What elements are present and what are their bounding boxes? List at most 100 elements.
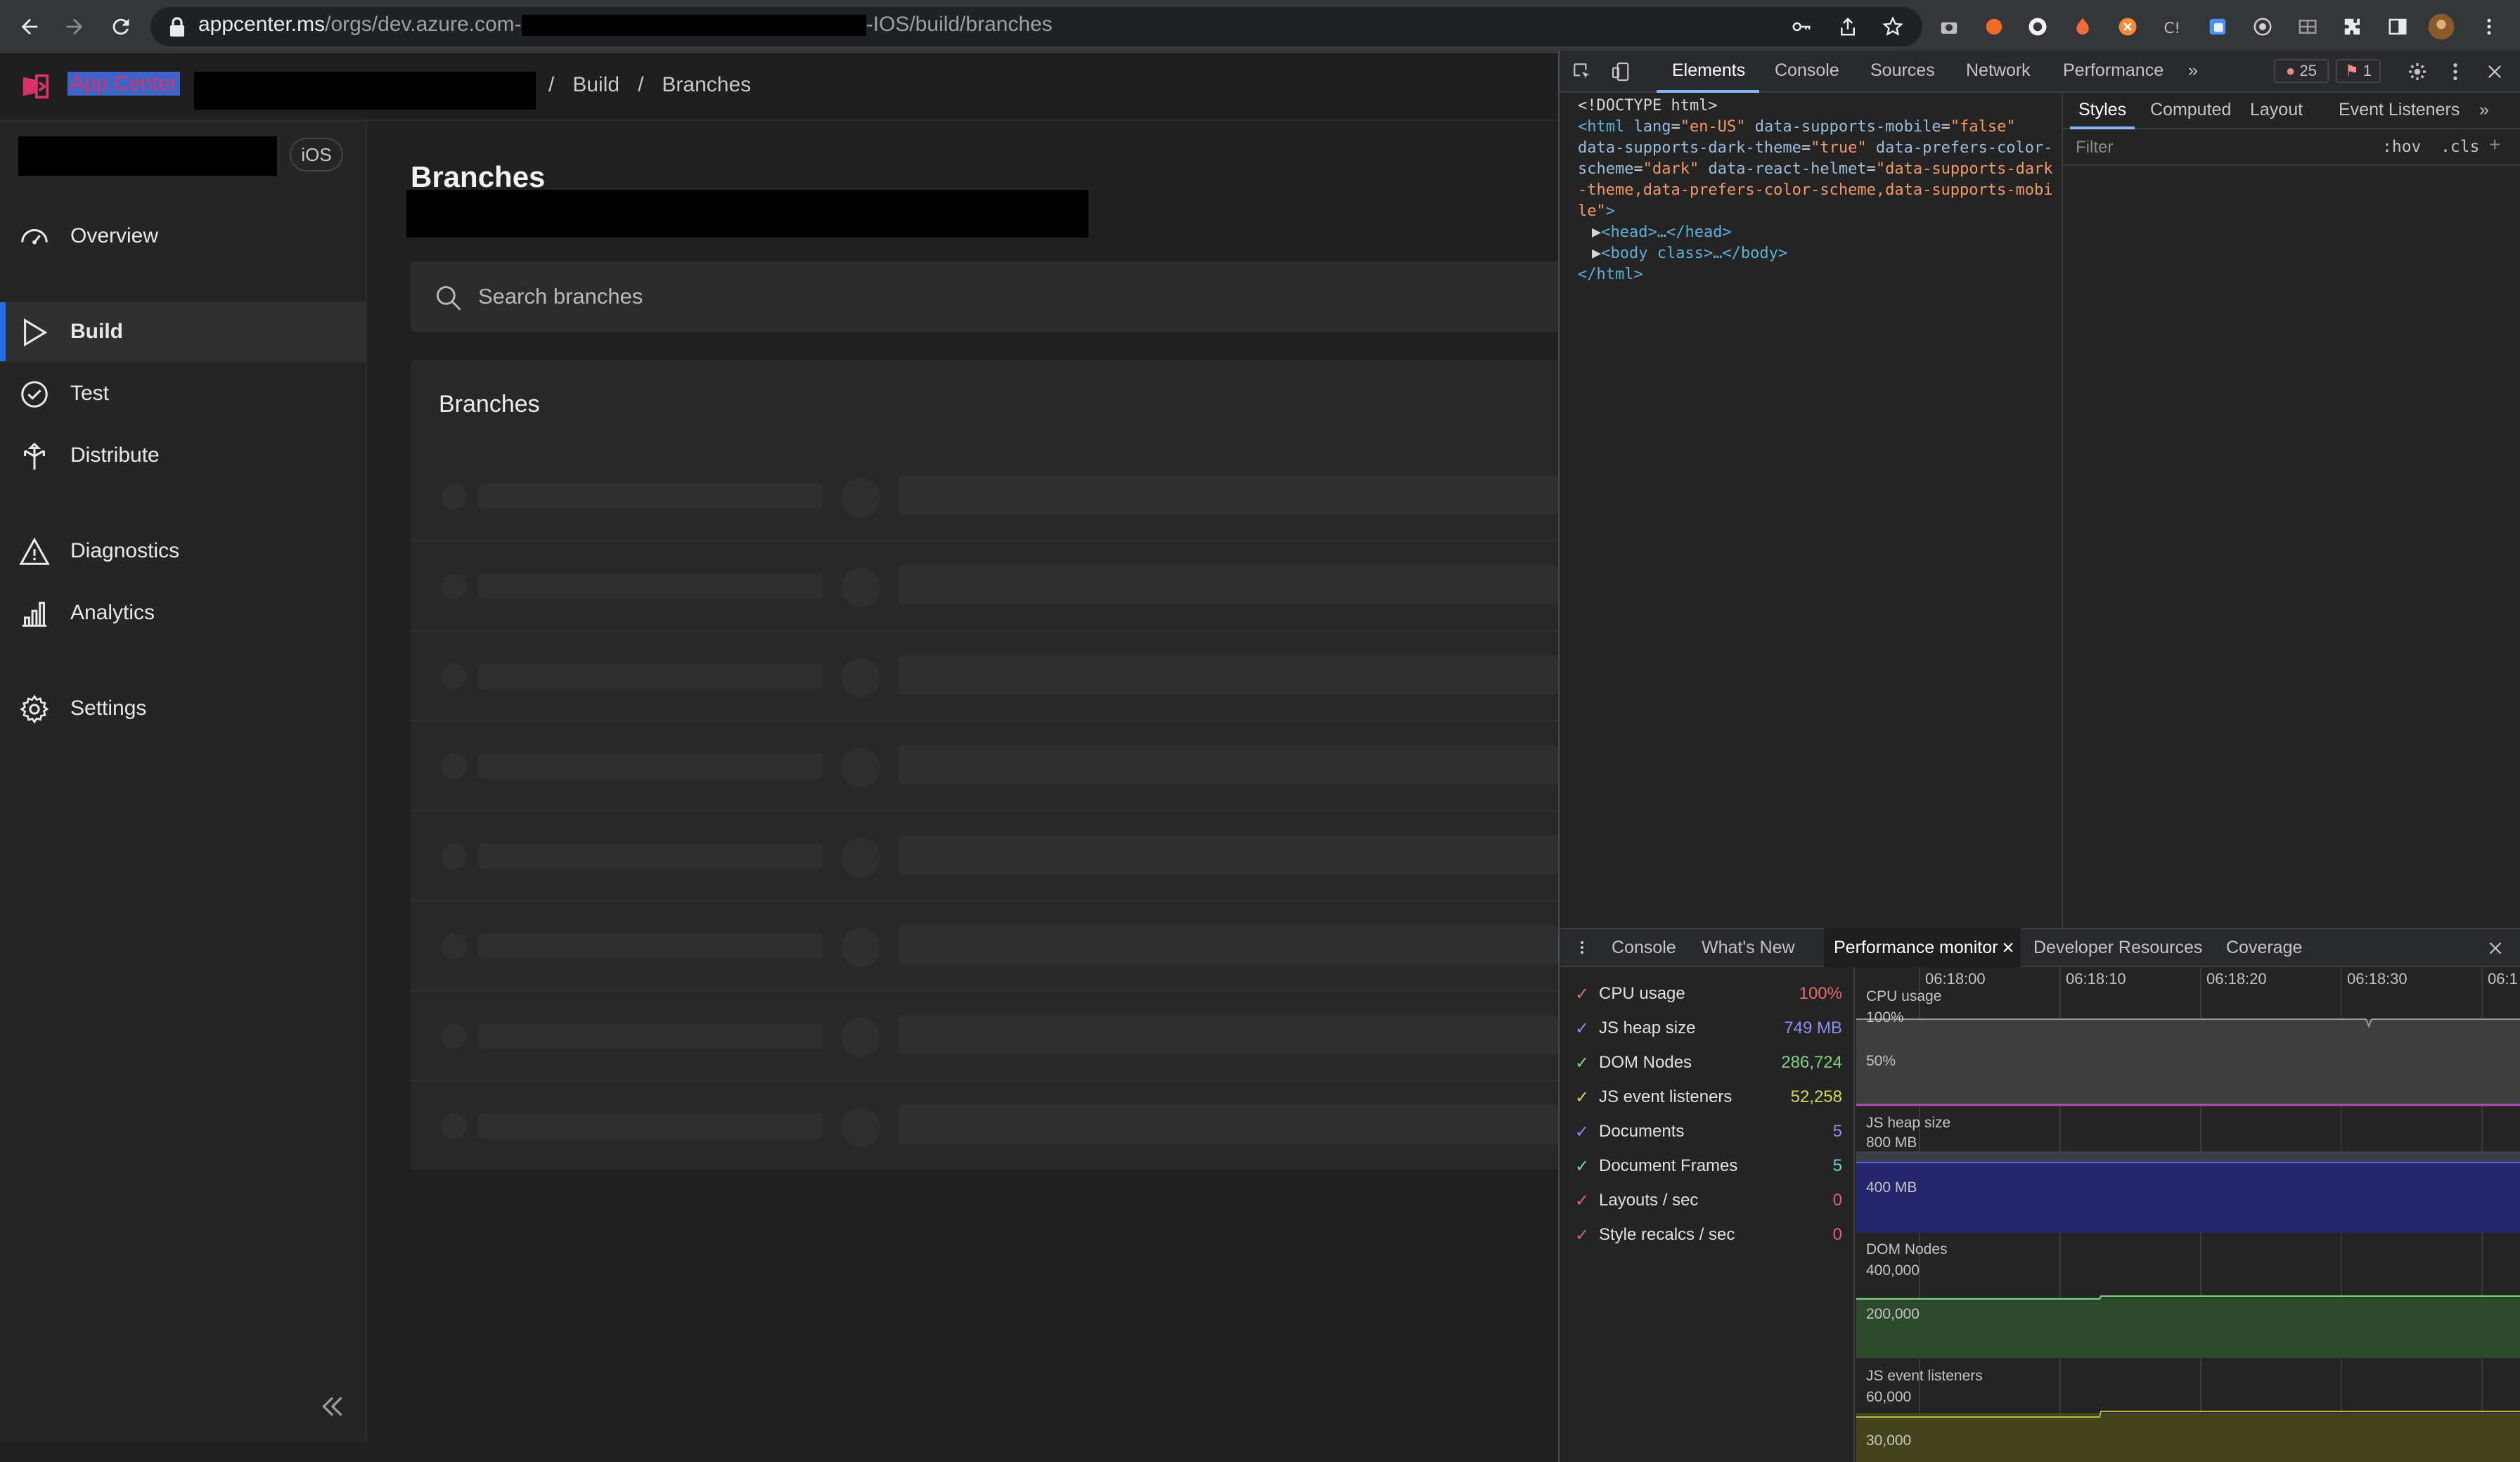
extension-ci-icon[interactable]: C! bbox=[2157, 11, 2188, 42]
sidebar-item-test[interactable]: Test bbox=[0, 364, 366, 423]
metric-style-recalcs-per-sec[interactable]: ✓ Style recalcs / sec 0 bbox=[1575, 1225, 1842, 1260]
checkmark-icon[interactable]: ✓ bbox=[1575, 1225, 1593, 1246]
extension-x-icon[interactable] bbox=[2112, 11, 2143, 42]
extension-translate-icon[interactable] bbox=[2202, 11, 2233, 42]
bookmark-star-icon[interactable] bbox=[1877, 11, 1908, 42]
skeleton-row bbox=[411, 1080, 1558, 1170]
tab-computed[interactable]: Computed bbox=[2150, 100, 2231, 120]
sidebar-item-diagnostics[interactable]: Diagnostics bbox=[0, 522, 366, 581]
error-count-badge[interactable]: ● 25 bbox=[2274, 59, 2329, 83]
event-listeners-area bbox=[1856, 1413, 2520, 1462]
more-tabs-chevron[interactable]: » bbox=[2479, 100, 2489, 120]
drawer-tab-whats-new[interactable]: What's New bbox=[1702, 938, 1795, 958]
sidebar-item-overview[interactable]: Overview bbox=[0, 207, 366, 266]
tab-sources[interactable]: Sources bbox=[1870, 60, 1935, 81]
camera-extension-icon[interactable] bbox=[1934, 11, 1965, 42]
test-check-icon bbox=[21, 381, 48, 408]
settings-gear-icon[interactable] bbox=[2406, 60, 2429, 83]
metric-js-event-listeners[interactable]: ✓ JS event listeners 52,258 bbox=[1575, 1087, 1842, 1122]
metric-cpu-usage[interactable]: ✓ CPU usage 100% bbox=[1575, 984, 1842, 1018]
tab-performance[interactable]: Performance bbox=[2063, 60, 2164, 81]
lock-icon bbox=[170, 17, 184, 37]
hov-cls-toggles[interactable]: :hov .cls bbox=[2382, 138, 2479, 156]
timeline-tick: 06:18:30 bbox=[2347, 970, 2408, 988]
checkmark-icon[interactable]: ✓ bbox=[1575, 1053, 1593, 1073]
key-icon[interactable] bbox=[1786, 11, 1817, 42]
redacted-app-name bbox=[194, 72, 536, 110]
tab-layout[interactable]: Layout bbox=[2250, 100, 2303, 120]
sidebar-item-analytics[interactable]: Analytics bbox=[0, 583, 366, 642]
checkmark-icon[interactable]: ✓ bbox=[1575, 984, 1593, 1004]
collapse-sidebar-icon[interactable] bbox=[315, 1389, 350, 1424]
checkmark-icon[interactable]: ✓ bbox=[1575, 1122, 1593, 1142]
performance-graphs bbox=[1856, 967, 2520, 1462]
tab-elements[interactable]: Elements bbox=[1672, 60, 1745, 81]
cpu-usage-area bbox=[1856, 1019, 2520, 1105]
app-center-logo-icon[interactable] bbox=[18, 70, 52, 103]
app-center-logo-text[interactable]: App Center bbox=[68, 72, 180, 96]
html-open-line[interactable]: <html lang="en-US" data-supports-mobile=… bbox=[1578, 117, 2056, 138]
inspect-element-icon[interactable] bbox=[1571, 60, 1593, 83]
add-style-rule-icon[interactable]: + bbox=[2489, 134, 2500, 156]
metric-layouts-per-sec[interactable]: ✓ Layouts / sec 0 bbox=[1575, 1191, 1842, 1225]
body-tag: <body class>…</body> bbox=[1601, 245, 1788, 262]
checkmark-icon[interactable]: ✓ bbox=[1575, 1087, 1593, 1108]
reload-button[interactable] bbox=[104, 10, 138, 44]
side-panel-icon[interactable] bbox=[2382, 11, 2413, 42]
head-line[interactable]: ▶<head>…</head> bbox=[1578, 222, 2056, 243]
close-drawer-icon[interactable] bbox=[2486, 939, 2505, 957]
tab-styles[interactable]: Styles bbox=[2078, 100, 2126, 120]
diagnostics-warning-icon bbox=[19, 537, 50, 565]
device-toolbar-icon[interactable] bbox=[1610, 60, 1633, 83]
tab-console[interactable]: Console bbox=[1775, 60, 1839, 81]
breadcrumb: / Build / Branches bbox=[548, 73, 769, 97]
sidebar-item-settings[interactable]: Settings bbox=[0, 679, 366, 738]
graph-scale: 30,000 bbox=[1866, 1432, 1912, 1449]
close-tab-icon[interactable] bbox=[2001, 940, 2015, 955]
share-icon[interactable] bbox=[1832, 11, 1863, 42]
extension-orange-icon[interactable] bbox=[1979, 11, 2010, 42]
graph-title-dom: DOM Nodes bbox=[1866, 1241, 1948, 1257]
profile-avatar-icon[interactable] bbox=[2426, 11, 2457, 42]
sidebar-item-distribute[interactable]: Distribute bbox=[0, 426, 366, 485]
sidebar-item-build[interactable]: Build bbox=[0, 302, 366, 361]
back-button[interactable] bbox=[13, 10, 46, 44]
metric-dom-nodes[interactable]: ✓ DOM Nodes 286,724 bbox=[1575, 1053, 1842, 1087]
html-close-line[interactable]: </html> bbox=[1578, 264, 2056, 285]
drawer-tab-coverage[interactable]: Coverage bbox=[2226, 938, 2302, 958]
graph-title-events: JS event listeners bbox=[1866, 1368, 1983, 1384]
metric-name: Layouts / sec bbox=[1599, 1191, 1699, 1210]
browser-menu-icon[interactable] bbox=[2474, 11, 2505, 42]
drawer-tab-performance-monitor[interactable]: Performance monitor bbox=[1834, 938, 1998, 958]
drawer-tab-console[interactable]: Console bbox=[1612, 938, 1676, 958]
reload-icon bbox=[112, 18, 129, 35]
close-devtools-icon[interactable] bbox=[2485, 62, 2505, 82]
extensions-puzzle-icon[interactable] bbox=[2337, 11, 2368, 42]
js-heap-area bbox=[1856, 1163, 2520, 1233]
more-tabs-chevron[interactable]: » bbox=[2188, 60, 2198, 81]
drawer-tab-developer-resources[interactable]: Developer Resources bbox=[2033, 938, 2202, 958]
drawer-menu-icon[interactable] bbox=[1574, 938, 1590, 957]
extension-grid-icon[interactable] bbox=[2292, 11, 2323, 42]
extension-flame-icon[interactable] bbox=[2067, 11, 2098, 42]
doctype-line[interactable]: <!DOCTYPE html> bbox=[1578, 96, 2056, 117]
redacted-app-selector[interactable] bbox=[18, 136, 277, 176]
overview-icon bbox=[21, 228, 48, 245]
metric-js-heap-size[interactable]: ✓ JS heap size 749 MB bbox=[1575, 1018, 1842, 1053]
metric-name: Document Frames bbox=[1599, 1156, 1738, 1175]
extension-target-icon[interactable] bbox=[2247, 11, 2278, 42]
breadcrumb-build-link[interactable]: Build bbox=[572, 73, 619, 96]
checkmark-icon[interactable]: ✓ bbox=[1575, 1191, 1593, 1211]
body-line[interactable]: ▶<body class>…</body> bbox=[1578, 243, 2056, 264]
forward-button[interactable] bbox=[58, 10, 91, 44]
kebab-menu-icon[interactable] bbox=[2444, 60, 2467, 83]
metric-document-frames[interactable]: ✓ Document Frames 5 bbox=[1575, 1156, 1842, 1191]
tab-network[interactable]: Network bbox=[1966, 60, 2031, 81]
skeleton-row bbox=[411, 900, 1558, 990]
tab-event-listeners[interactable]: Event Listeners bbox=[2339, 100, 2460, 120]
extension-white-icon[interactable] bbox=[2022, 11, 2053, 42]
issues-count-badge[interactable]: ⚑ 1 bbox=[2336, 59, 2381, 83]
checkmark-icon[interactable]: ✓ bbox=[1575, 1018, 1593, 1039]
metric-documents[interactable]: ✓ Documents 5 bbox=[1575, 1122, 1842, 1156]
checkmark-icon[interactable]: ✓ bbox=[1575, 1156, 1593, 1177]
